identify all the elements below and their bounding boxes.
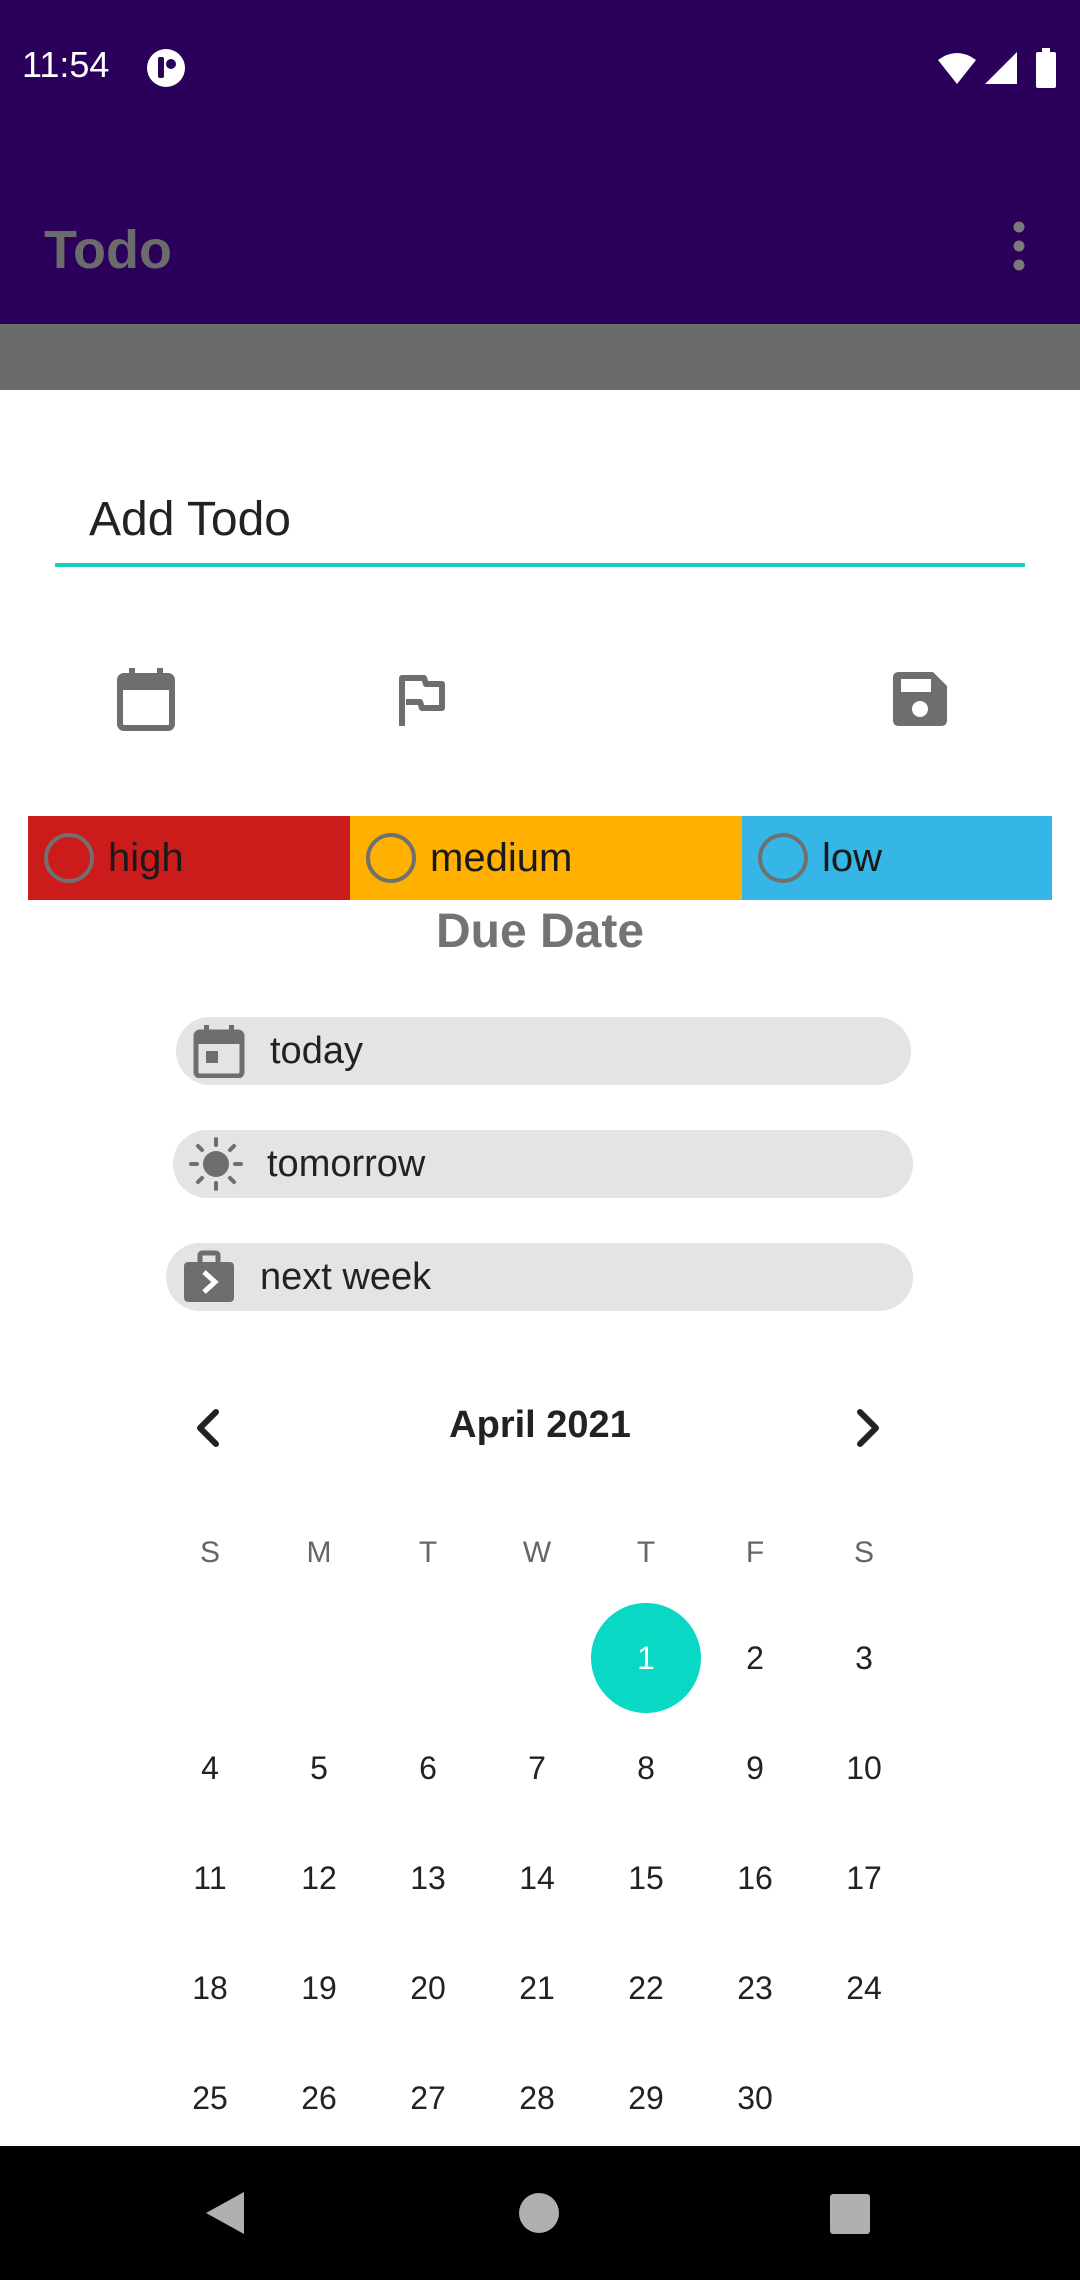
radio-icon	[44, 833, 94, 883]
app-title: Todo	[44, 220, 172, 280]
calendar-day[interactable]: 7	[482, 1713, 592, 1823]
calendar-day[interactable]: 21	[482, 1933, 592, 2043]
calendar-day[interactable]: 14	[482, 1823, 592, 1933]
battery-icon	[1036, 48, 1056, 88]
priority-high[interactable]: high	[28, 816, 350, 900]
calendar-day[interactable]: 8	[591, 1713, 701, 1823]
briefcase-arrow-icon	[184, 1250, 234, 1302]
calendar-day[interactable]: 4	[155, 1713, 265, 1823]
calendar-day[interactable]: 26	[264, 2043, 374, 2153]
next-month-icon[interactable]	[836, 1398, 896, 1458]
calendar-day-selected[interactable]: 1	[591, 1603, 701, 1713]
calendar-day[interactable]: 30	[700, 2043, 810, 2153]
weekday-label: F	[745, 1536, 765, 1569]
calendar-day[interactable]: 28	[482, 2043, 592, 2153]
recents-icon[interactable]	[830, 2194, 870, 2234]
due-tomorrow-label: tomorrow	[267, 1142, 426, 1185]
priority-medium-label: medium	[430, 835, 573, 880]
calendar-day[interactable]: 25	[155, 2043, 265, 2153]
calendar-today-icon	[193, 1025, 245, 1078]
calendar-day[interactable]: 2	[700, 1603, 810, 1713]
calendar-day[interactable]: 22	[591, 1933, 701, 2043]
priority-high-label: high	[108, 835, 184, 880]
calendar-day[interactable]: 10	[809, 1713, 919, 1823]
calendar-day[interactable]: 16	[700, 1823, 810, 1933]
weekday-label: T	[418, 1536, 438, 1569]
priority-low[interactable]: low	[742, 816, 1052, 900]
home-icon[interactable]	[518, 2192, 560, 2234]
calendar-day[interactable]: 17	[809, 1823, 919, 1933]
calendar-icon[interactable]	[116, 668, 176, 732]
due-tomorrow-chip[interactable]: tomorrow	[173, 1130, 913, 1198]
back-icon[interactable]	[204, 2190, 246, 2236]
due-today-label: today	[270, 1029, 363, 1072]
calendar-day[interactable]: 3	[809, 1603, 919, 1713]
calendar-day[interactable]: 6	[373, 1713, 483, 1823]
priority-low-label: low	[822, 835, 883, 880]
calendar-day[interactable]: 19	[264, 1933, 374, 2043]
calendar-day[interactable]: 20	[373, 1933, 483, 2043]
calendar-day[interactable]: 12	[264, 1823, 374, 1933]
due-today-chip[interactable]: today	[176, 1017, 911, 1085]
calendar-day[interactable]: 15	[591, 1823, 701, 1933]
priority-medium[interactable]: medium	[350, 816, 742, 900]
calendar-day[interactable]: 29	[591, 2043, 701, 2153]
calendar-day[interactable]: 23	[700, 1933, 810, 2043]
flag-icon[interactable]	[398, 674, 446, 728]
calendar-day[interactable]: 18	[155, 1933, 265, 2043]
due-date-heading: Due Date	[435, 905, 645, 958]
calendar-day[interactable]: 27	[373, 2043, 483, 2153]
radio-icon	[758, 833, 808, 883]
calendar-day[interactable]: 24	[809, 1933, 919, 2043]
due-next-week-chip[interactable]: next week	[166, 1243, 913, 1311]
weekday-label: S	[853, 1536, 874, 1569]
wifi-icon	[938, 53, 976, 84]
status-time: 11:54	[22, 44, 110, 85]
due-next-week-label: next week	[260, 1255, 432, 1298]
todo-title-input[interactable]	[55, 475, 1025, 567]
weekday-label: T	[636, 1536, 656, 1569]
weekday-label: W	[522, 1536, 552, 1569]
more-options-icon[interactable]	[1004, 221, 1034, 271]
signal-icon	[985, 52, 1017, 84]
scrim	[0, 324, 1080, 390]
weekday-label: M	[306, 1536, 332, 1569]
weekday-label: S	[199, 1536, 220, 1569]
calendar-day[interactable]: 11	[155, 1823, 265, 1933]
calendar-month-label: April 2021	[449, 1404, 631, 1446]
app-notification-icon	[147, 49, 185, 87]
calendar-day[interactable]: 5	[264, 1713, 374, 1823]
radio-icon	[366, 833, 416, 883]
calendar-day[interactable]: 9	[700, 1713, 810, 1823]
save-icon[interactable]	[893, 672, 947, 726]
sun-icon	[189, 1137, 243, 1191]
calendar-day[interactable]: 13	[373, 1823, 483, 1933]
